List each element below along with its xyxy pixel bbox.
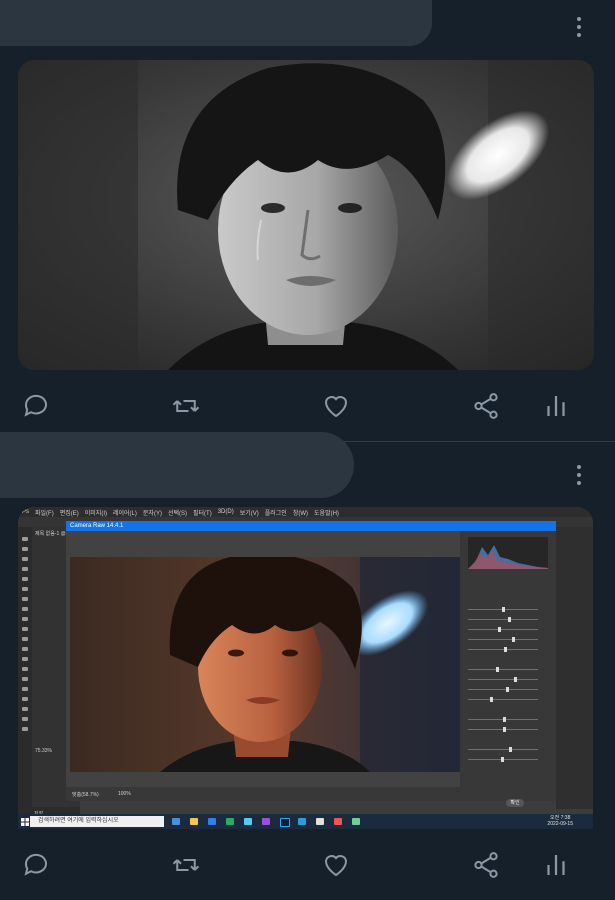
- app-icon[interactable]: [352, 818, 360, 825]
- post-2-analytics-button[interactable]: [536, 845, 576, 885]
- analytics-icon: [547, 396, 565, 416]
- heart-icon: [324, 396, 348, 418]
- retweet-icon: [172, 859, 200, 871]
- ps-menu-item: 문자(Y): [142, 510, 162, 517]
- taskbar-date: 2022-09-15: [547, 821, 573, 827]
- ps-menu-item: 보기(V): [239, 510, 259, 517]
- ps-layers-panel: [556, 527, 593, 809]
- ps-menu-bar: Ps 파일(F) 편집(E) 이미지(I) 레이어(L) 문자(Y) 선택(S)…: [18, 507, 593, 517]
- post-1-author-header-redacted: [0, 0, 432, 46]
- post-1-photo[interactable]: [18, 60, 594, 370]
- reply-icon: [24, 394, 47, 417]
- color-portrait-image: [70, 553, 460, 772]
- edge-icon[interactable]: [226, 818, 234, 825]
- camera-raw-bottom-bar: 맞춤(58.7%) 100%: [66, 787, 460, 801]
- ps-menu-item: 3D(D): [217, 509, 234, 515]
- file-explorer-icon[interactable]: [190, 818, 198, 825]
- post-2-reply-button[interactable]: [16, 845, 56, 885]
- share-icon: [474, 852, 498, 878]
- app-icon[interactable]: [298, 818, 306, 825]
- app-icon[interactable]: [316, 818, 324, 825]
- post-2-more-options-button[interactable]: [575, 465, 583, 485]
- ps-menu-item: 파일(F): [35, 510, 54, 517]
- post-1-more-options-button[interactable]: [575, 17, 583, 37]
- camera-raw-adjust-panel: [460, 531, 556, 801]
- post-2-photo[interactable]: Ps 파일(F) 편집(E) 이미지(I) 레이어(L) 문자(Y) 선택(S)…: [18, 507, 593, 829]
- reply-icon: [24, 853, 47, 876]
- task-view-icon[interactable]: [172, 818, 180, 825]
- taskbar-search-input[interactable]: 검색하려면 여기에 입력하십시오: [30, 816, 164, 827]
- mail-icon[interactable]: [208, 818, 216, 825]
- fit-zoom-dropdown[interactable]: 맞춤(58.7%): [72, 791, 99, 798]
- share-icon: [474, 393, 498, 419]
- ps-menu-item: 도움말(H): [314, 510, 339, 517]
- heart-icon: [324, 855, 348, 877]
- ps-menu-item: 필터(T): [193, 510, 212, 517]
- retweet-icon: [172, 400, 200, 412]
- ps-zoom-readout: 75.33%: [35, 748, 52, 754]
- ps-menu-item: 편집(E): [59, 510, 79, 517]
- camera-raw-title-bar: Camera Raw 14.4.1: [66, 521, 556, 531]
- post-2-like-button[interactable]: [316, 845, 356, 885]
- zoom-level[interactable]: 100%: [118, 791, 131, 797]
- app-icon[interactable]: [244, 818, 252, 825]
- camera-raw-ok-button[interactable]: 확인: [506, 799, 524, 807]
- windows-start-icon: [21, 818, 29, 826]
- photoshop-taskbar-icon[interactable]: [280, 818, 290, 827]
- ps-menu-item: 창(W): [292, 510, 309, 517]
- histogram: [468, 537, 548, 569]
- post-1-like-button[interactable]: [316, 386, 356, 426]
- post-1-share-button[interactable]: [466, 386, 506, 426]
- ps-menu-item: 레이어(L): [113, 510, 137, 517]
- post-2-author-header-redacted: [0, 432, 354, 498]
- post-1-retweet-button[interactable]: [166, 386, 206, 426]
- store-icon[interactable]: [262, 818, 270, 825]
- ps-menu-item: 플러그인: [264, 510, 287, 517]
- taskbar-clock[interactable]: 오전 7:38 2022-09-15: [547, 815, 573, 827]
- analytics-icon: [547, 855, 565, 875]
- ps-home-icon: Ps: [22, 509, 30, 515]
- bw-portrait-image: [18, 60, 594, 370]
- ps-menu-item: 이미지(I): [84, 510, 107, 517]
- ps-toolbar: [18, 527, 32, 809]
- app-icon[interactable]: [334, 818, 342, 825]
- windows-taskbar: 검색하려면 여기에 입력하십시오 오전 7:38 2022-09-15: [18, 814, 593, 829]
- post-1-analytics-button[interactable]: [536, 386, 576, 426]
- post-1-reply-button[interactable]: [16, 386, 56, 426]
- post-2-share-button[interactable]: [466, 845, 506, 885]
- post-2-retweet-button[interactable]: [166, 845, 206, 885]
- ps-menu-item: 선택(S): [167, 510, 187, 517]
